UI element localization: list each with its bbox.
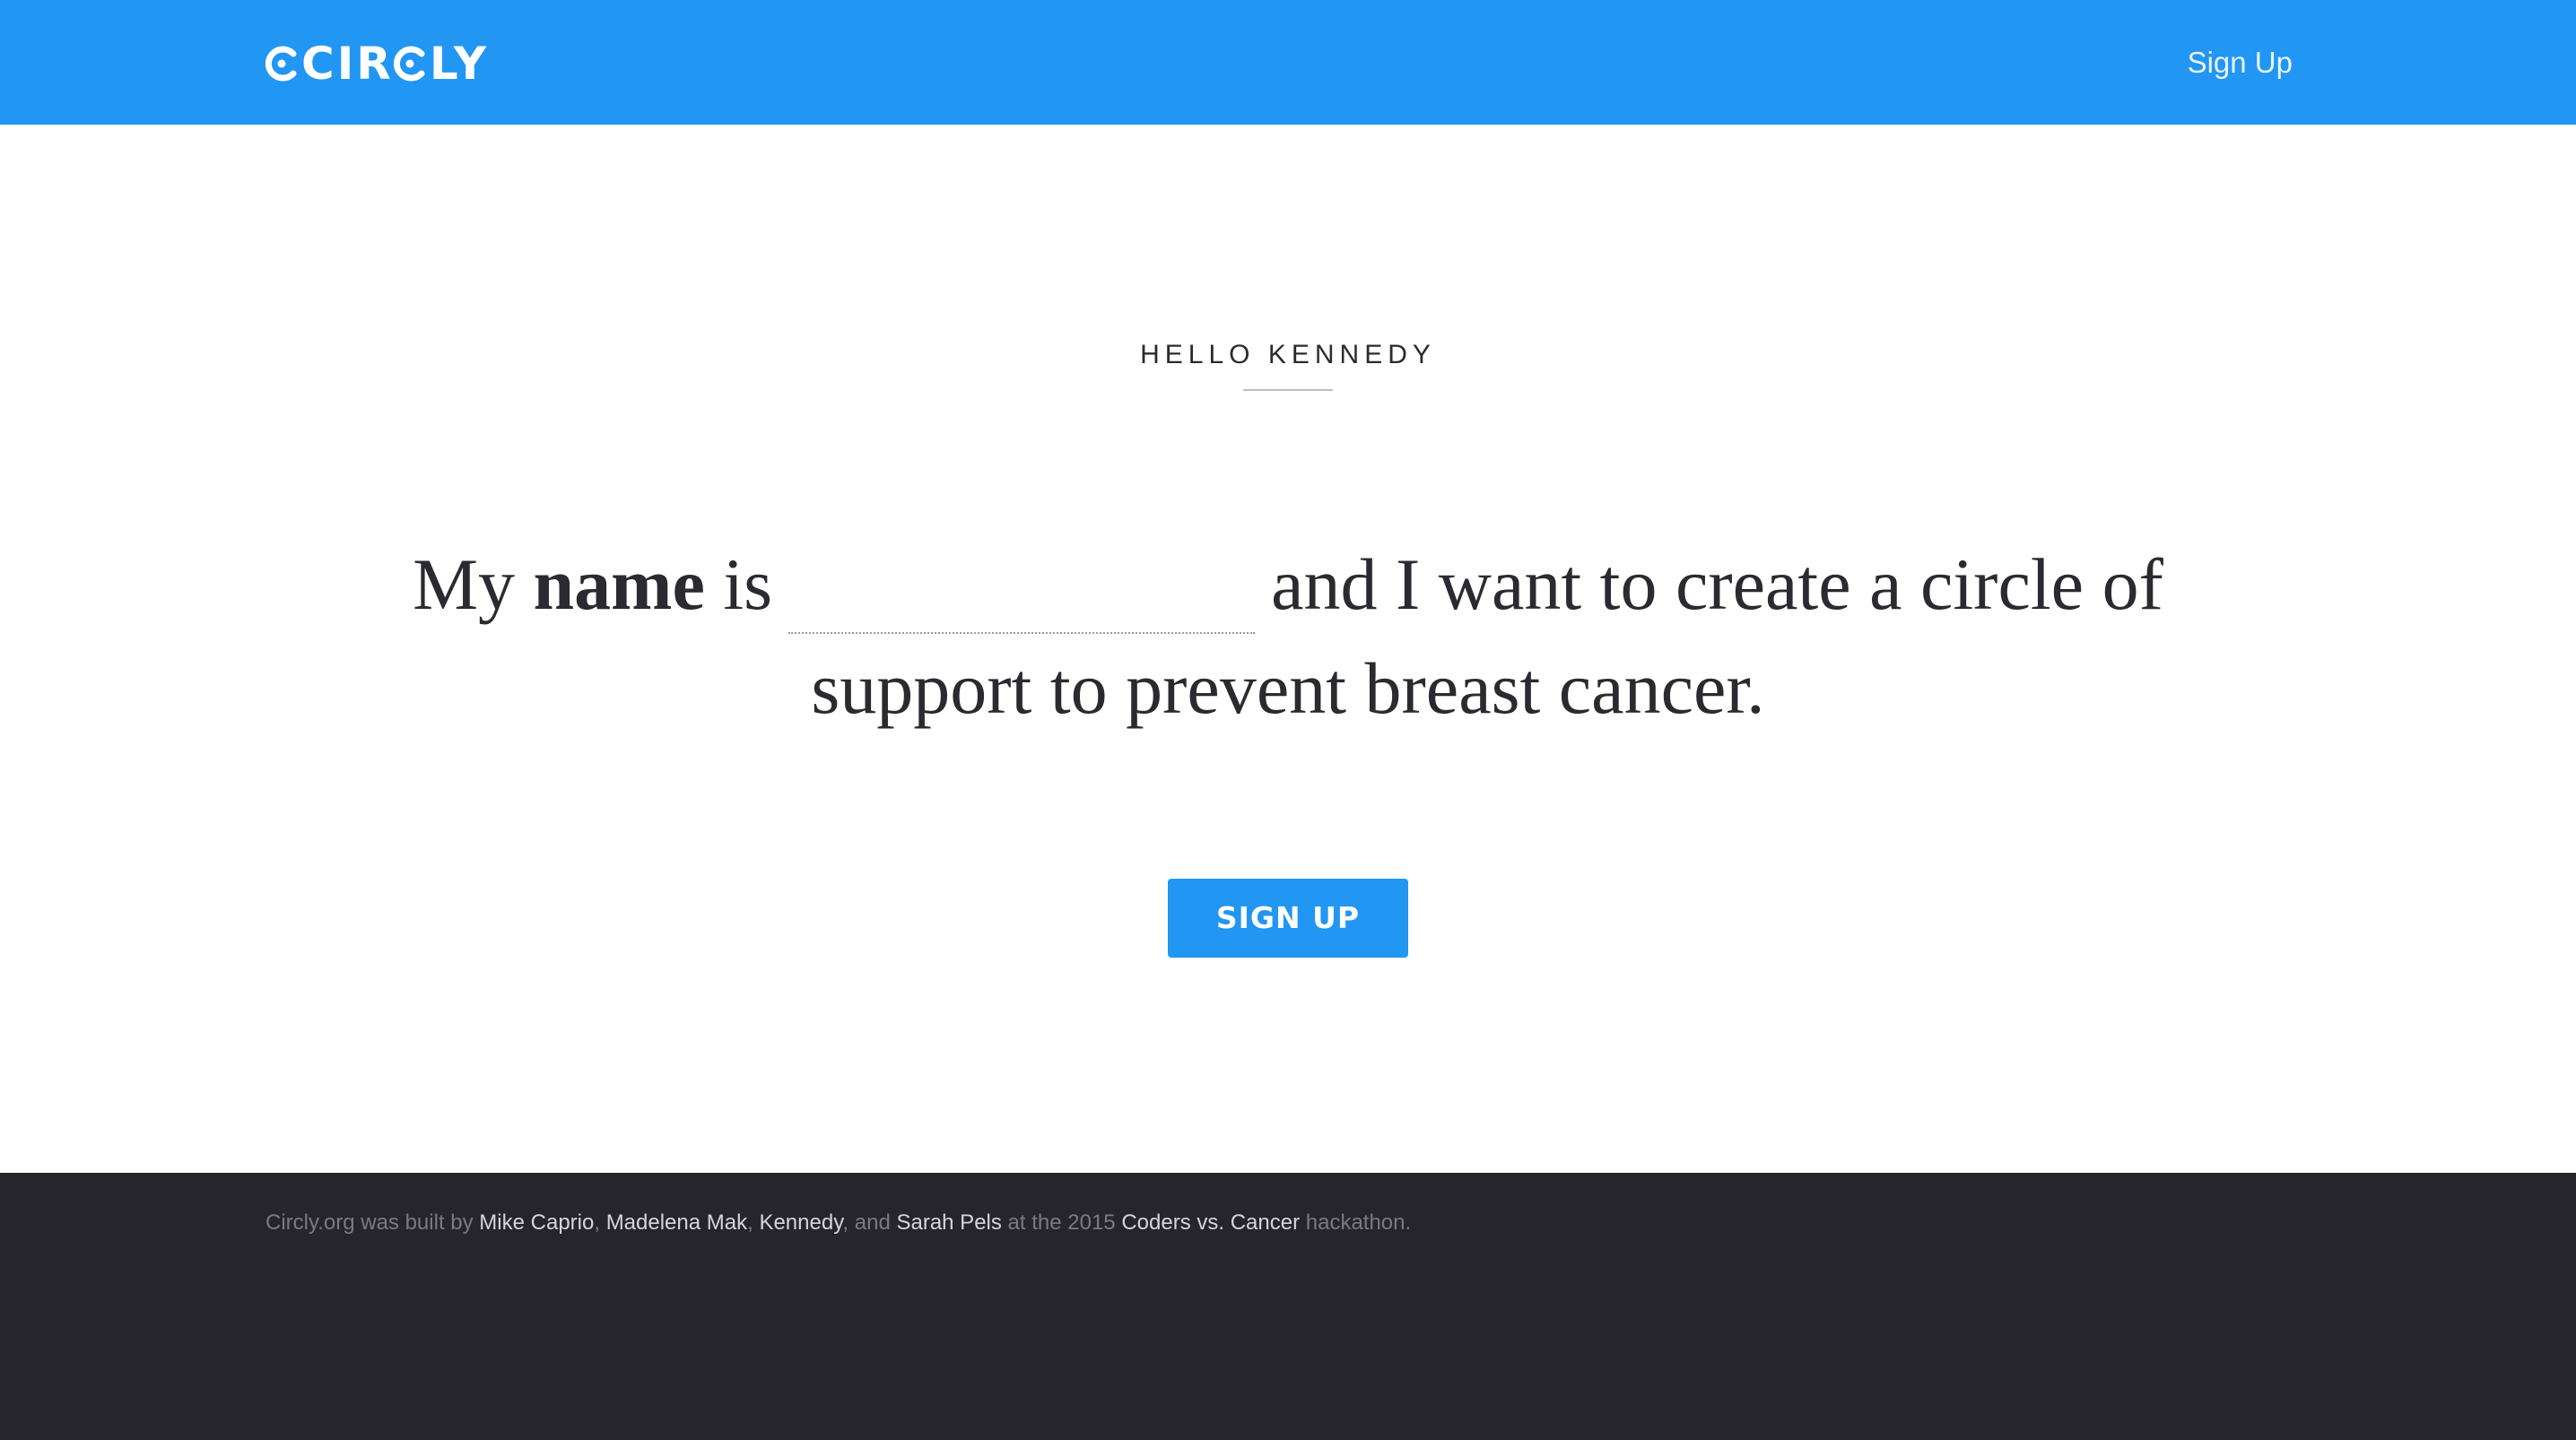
- logo-circle-c-icon-2: [393, 46, 426, 82]
- credit-link-madelena-mak[interactable]: Madelena Mak: [606, 1210, 747, 1235]
- statement-lead-1: My: [413, 543, 534, 625]
- footer-credits: Circly.org was built by Mike Caprio, Mad…: [265, 1209, 1411, 1237]
- greeting-divider: [1243, 389, 1333, 391]
- name-input[interactable]: [788, 560, 1256, 634]
- footer-separator: ,: [594, 1210, 606, 1235]
- credit-link-sarah-pels[interactable]: Sarah Pels: [896, 1210, 1001, 1235]
- statement-emphasis: name: [533, 543, 705, 625]
- signup-button[interactable]: SIGN UP: [1168, 879, 1408, 958]
- credit-link-mike-caprio[interactable]: Mike Caprio: [479, 1210, 594, 1235]
- circly-logo[interactable]: CIR LY: [265, 41, 489, 86]
- footer-middle: at the 2015: [1001, 1210, 1122, 1235]
- top-navbar: CIR LY Sign Up: [0, 0, 2576, 125]
- mission-statement: My name is and I want to create a circle …: [341, 533, 2235, 741]
- footer-suffix: hackathon.: [1300, 1210, 1412, 1235]
- logo-circle-c-icon: [265, 46, 298, 82]
- statement-lead-2: is: [704, 543, 773, 625]
- hero-section: HELLO KENNEDY My name is and I want to cr…: [0, 125, 2576, 1173]
- greeting-heading: HELLO KENNEDY: [1140, 340, 1436, 369]
- footer-prefix: Circly.org was built by: [265, 1210, 480, 1235]
- event-link-coders-vs-cancer[interactable]: Coders vs. Cancer: [1121, 1210, 1300, 1235]
- logo-text-part-2: LY: [429, 38, 490, 90]
- logo-text-part-1: CIR: [301, 38, 394, 90]
- nav-signup-link[interactable]: Sign Up: [2188, 45, 2293, 81]
- credit-link-kennedy[interactable]: Kennedy: [759, 1210, 842, 1235]
- footer-separator: , and: [842, 1210, 897, 1235]
- site-footer: Circly.org was built by Mike Caprio, Mad…: [0, 1173, 2576, 1440]
- footer-separator: ,: [747, 1210, 760, 1235]
